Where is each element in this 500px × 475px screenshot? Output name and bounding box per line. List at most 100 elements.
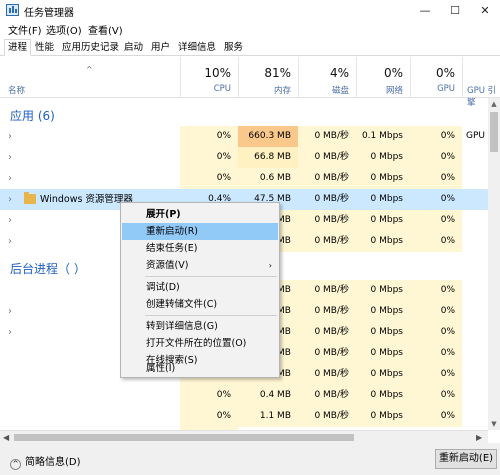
cell-network: 0 Mbps — [356, 385, 410, 406]
process-row[interactable]: 0% 1.1 MB 0 MB/秒 0 Mbps 0% — [0, 406, 488, 427]
expand-chevron-icon[interactable]: › — [8, 189, 12, 210]
tab-app-history[interactable]: 应用历史记录 — [58, 39, 123, 56]
title-bar: 任务管理器 — ☐ ✕ — [0, 0, 500, 21]
cell-disk: 0 MB/秒 — [298, 406, 356, 427]
menu-separator — [145, 315, 277, 316]
cell-disk: 0 MB/秒 — [298, 301, 356, 322]
process-row[interactable]: › 0% 660.3 MB 0 MB/秒 0.1 Mbps 0% GPU — [0, 126, 488, 147]
cell-disk: 0 MB/秒 — [298, 231, 356, 252]
menu-item-debug[interactable]: 调试(D) — [122, 279, 278, 296]
context-menu: 展开(P) 重新启动(R) 结束任务(E) 资源值(V) › 调试(D) 创建转… — [120, 202, 280, 378]
menu-item-open-file-location[interactable]: 打开文件所在的位置(O) — [122, 335, 278, 352]
cell-network: 0 Mbps — [356, 280, 410, 301]
close-button[interactable]: ✕ — [470, 0, 500, 21]
column-disk[interactable]: 4% 磁盘 — [298, 57, 356, 98]
maximize-button[interactable]: ☐ — [440, 0, 470, 21]
expand-chevron-icon[interactable]: › — [8, 231, 12, 252]
tab-services[interactable]: 服务 — [220, 39, 247, 56]
task-manager-icon — [6, 4, 19, 16]
process-row[interactable]: › 0% 0.6 MB 0 MB/秒 0 Mbps 0% — [0, 168, 488, 189]
cell-cpu: 0% — [180, 126, 238, 147]
menu-item-create-dump[interactable]: 创建转储文件(C) — [122, 296, 278, 313]
cell-gpu: 0% — [410, 343, 462, 364]
column-cpu[interactable]: 10% CPU — [180, 57, 238, 98]
menu-options[interactable]: 选项(O) — [46, 22, 82, 37]
cell-network: 0 Mbps — [356, 322, 410, 343]
process-row[interactable]: 0% 0.4 MB 0 MB/秒 0 Mbps 0% — [0, 385, 488, 406]
cell-memory: 0.6 MB — [238, 168, 298, 189]
cell-gpu: 0% — [410, 322, 462, 343]
cell-network: 0 Mbps — [356, 210, 410, 231]
column-memory[interactable]: 81% 内存 — [238, 57, 298, 98]
gpu-total: 0% — [435, 66, 455, 80]
process-name: Windows 资源管理器 — [40, 194, 133, 205]
expand-chevron-icon[interactable]: › — [8, 322, 12, 343]
cell-network: 0 Mbps — [356, 364, 410, 385]
menu-item-end-task[interactable]: 结束任务(E) — [122, 240, 278, 257]
menu-item-restart[interactable]: 重新启动(R) — [122, 223, 278, 240]
cpu-total: 10% — [204, 66, 231, 80]
cell-network: 0 Mbps — [356, 231, 410, 252]
expand-chevron-icon[interactable]: › — [8, 301, 12, 322]
column-network[interactable]: 0% 网络 — [356, 57, 410, 98]
cell-disk: 0 MB/秒 — [298, 322, 356, 343]
network-total: 0% — [383, 66, 403, 80]
cell-disk: 0 MB/秒 — [298, 343, 356, 364]
cell-memory: 660.3 MB — [238, 126, 298, 147]
hscrollbar-thumb[interactable] — [14, 434, 354, 441]
tab-processes[interactable]: 进程 — [4, 39, 32, 56]
column-gpu-engine[interactable]: GPU 引擎 — [462, 57, 500, 108]
scroll-down-icon[interactable]: ▼ — [488, 420, 500, 428]
network-label: 网络 — [385, 86, 403, 96]
restart-button[interactable]: 重新启动(E) — [435, 449, 497, 469]
minimize-button[interactable]: — — [410, 0, 440, 21]
group-apps-header[interactable]: 应用 (6) — [10, 107, 55, 124]
tab-performance[interactable]: 性能 — [31, 39, 58, 56]
menu-item-expand[interactable]: 展开(P) — [122, 206, 278, 223]
cell-disk: 0 MB/秒 — [298, 147, 356, 168]
column-gpu[interactable]: 0% GPU — [410, 57, 462, 98]
memory-total: 81% — [264, 66, 291, 80]
cell-disk: 0 MB/秒 — [298, 385, 356, 406]
submenu-arrow-icon: › — [268, 261, 272, 270]
cell-cpu: 0% — [180, 168, 238, 189]
menu-item-properties[interactable]: 属性(I) — [122, 364, 278, 377]
menu-item-properties-label: 属性(I) — [146, 363, 176, 374]
cell-gpu: 0% — [410, 189, 462, 210]
expand-chevron-icon[interactable]: › — [8, 126, 12, 147]
cell-cpu: 0% — [180, 406, 238, 427]
horizontal-scrollbar[interactable]: ◀ ▶ — [0, 430, 488, 443]
disk-label: 磁盘 — [331, 86, 349, 96]
tab-details[interactable]: 详细信息 — [174, 39, 220, 56]
less-details-label: 简略信息(D) — [25, 457, 81, 468]
expand-chevron-icon[interactable]: › — [8, 168, 12, 189]
vertical-scrollbar[interactable]: ▲ ▼ — [488, 98, 500, 430]
cell-gpu: 0% — [410, 168, 462, 189]
collapse-up-icon: ^ — [10, 459, 21, 470]
expand-chevron-icon[interactable]: › — [8, 147, 12, 168]
menu-item-go-to-details[interactable]: 转到详细信息(G) — [122, 318, 278, 335]
menu-file[interactable]: 文件(F) — [8, 22, 42, 37]
folder-icon — [24, 192, 36, 204]
group-background-header[interactable]: 后台进程（ ） — [10, 260, 86, 277]
cell-disk: 0 MB/秒 — [298, 168, 356, 189]
cell-memory: 66.8 MB — [238, 147, 298, 168]
cell-gpu: 0% — [410, 210, 462, 231]
scroll-up-icon[interactable]: ▲ — [488, 100, 500, 108]
process-row[interactable]: › 0% 66.8 MB 0 MB/秒 0 Mbps 0% — [0, 147, 488, 168]
tab-users[interactable]: 用户 — [147, 39, 174, 56]
cell-gpu: 0% — [410, 364, 462, 385]
menu-view[interactable]: 查看(V) — [88, 22, 123, 37]
menu-bar: 文件(F) 选项(O) 查看(V) — [0, 21, 500, 37]
less-details-link[interactable]: ^ 简略信息(D) — [10, 453, 81, 470]
cell-network: 0 Mbps — [356, 147, 410, 168]
scrollbar-thumb[interactable] — [490, 112, 498, 152]
cell-network: 0.1 Mbps — [356, 126, 410, 147]
tab-startup[interactable]: 启动 — [120, 39, 147, 56]
column-name[interactable]: 名称 — [8, 84, 25, 96]
menu-item-resource-values[interactable]: 资源值(V) › — [122, 257, 278, 274]
expand-chevron-icon[interactable]: › — [8, 210, 12, 231]
cell-memory: 1.1 MB — [238, 406, 298, 427]
menu-separator — [145, 276, 277, 277]
cpu-label: CPU — [213, 84, 231, 94]
